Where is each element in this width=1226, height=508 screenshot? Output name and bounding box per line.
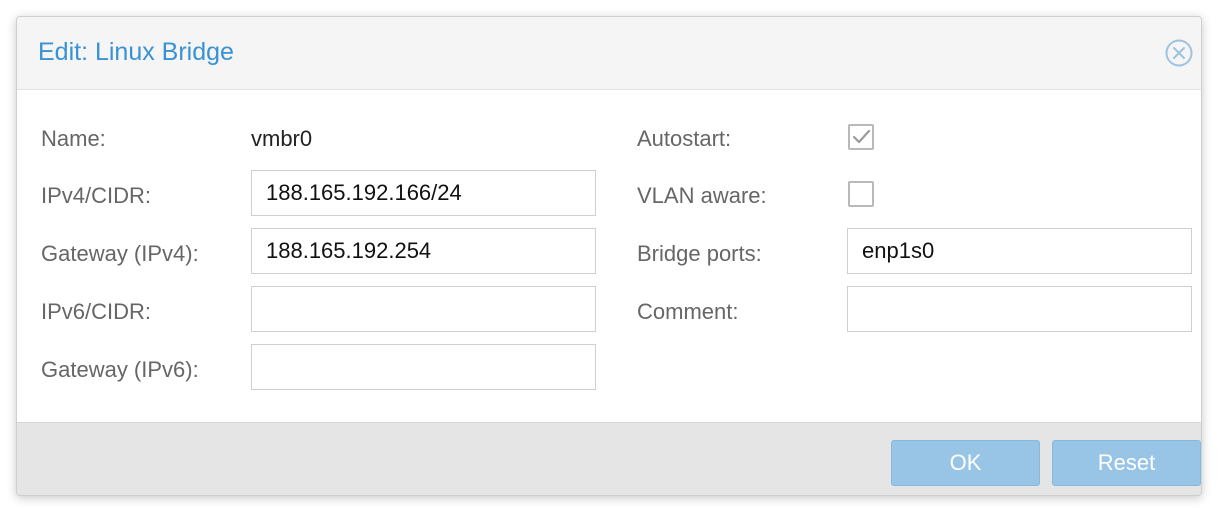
gateway-ipv4-label: Gateway (IPv4): bbox=[41, 241, 199, 266]
name-value: vmbr0 bbox=[251, 126, 313, 151]
edit-linux-bridge-dialog: Edit: Linux Bridge Name: vmbr0 IPv4/CIDR… bbox=[16, 16, 1202, 496]
gateway-ipv6-input[interactable] bbox=[251, 344, 596, 390]
dialog-footer: OK Reset bbox=[17, 422, 1201, 495]
bridge-ports-input[interactable]: enp1s0 bbox=[847, 228, 1192, 274]
autostart-label: Autostart: bbox=[637, 126, 732, 151]
gateway-ipv6-label: Gateway (IPv6): bbox=[41, 357, 199, 382]
vlan-aware-checkbox[interactable] bbox=[848, 181, 874, 207]
autostart-checkbox[interactable] bbox=[848, 124, 874, 150]
reset-button[interactable]: Reset bbox=[1052, 440, 1201, 486]
ok-button[interactable]: OK bbox=[891, 440, 1040, 486]
ipv6-cidr-input[interactable] bbox=[251, 286, 596, 332]
check-icon bbox=[852, 129, 871, 144]
dialog-header: Edit: Linux Bridge bbox=[17, 17, 1201, 90]
close-icon[interactable] bbox=[1164, 38, 1194, 68]
vlan-aware-label: VLAN aware: bbox=[637, 183, 767, 208]
comment-label: Comment: bbox=[637, 299, 739, 324]
dialog-title: Edit: Linux Bridge bbox=[38, 38, 234, 66]
gateway-ipv4-input[interactable]: 188.165.192.254 bbox=[251, 228, 596, 274]
ipv6-cidr-label: IPv6/CIDR: bbox=[41, 299, 152, 324]
name-label: Name: bbox=[41, 126, 106, 151]
ipv4-cidr-label: IPv4/CIDR: bbox=[41, 183, 152, 208]
bridge-ports-label: Bridge ports: bbox=[637, 241, 762, 266]
comment-input[interactable] bbox=[847, 286, 1192, 332]
ipv4-cidr-input[interactable]: 188.165.192.166/24 bbox=[251, 170, 596, 216]
